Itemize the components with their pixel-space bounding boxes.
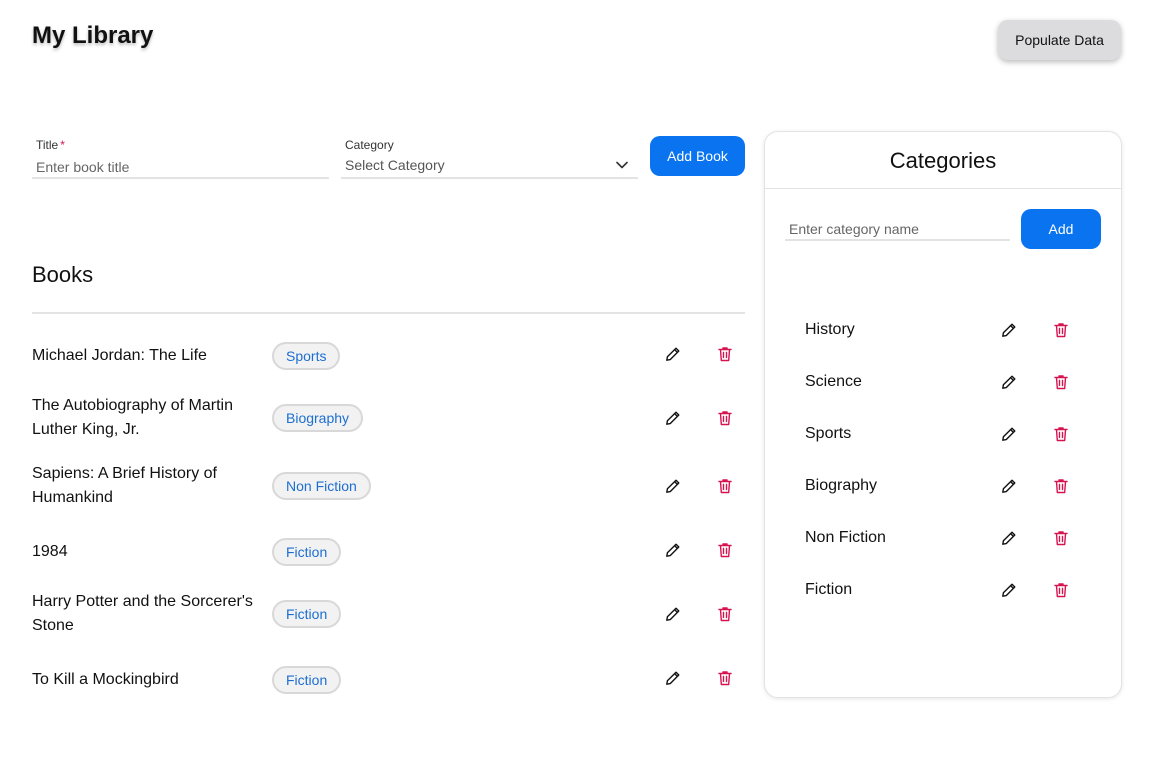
delete-book-button[interactable] [713, 342, 737, 366]
category-badge: Fiction [272, 600, 342, 628]
book-title: Harry Potter and the Sorcerer's Stone [32, 593, 253, 634]
book-title: Sapiens: A Brief History of Humankind [32, 465, 217, 506]
delete-category-button[interactable] [1049, 422, 1073, 446]
category-field-label: Category [345, 138, 394, 152]
pencil-icon [1002, 427, 1016, 441]
category-name: Fiction [805, 581, 853, 598]
trash-icon [718, 607, 732, 622]
pencil-icon [666, 411, 680, 425]
edit-book-button[interactable] [661, 342, 685, 366]
books-divider [32, 312, 745, 314]
category-name-input[interactable] [785, 218, 1010, 241]
book-row: To Kill a Mockingbird Fiction [32, 666, 745, 694]
pencil-icon [1002, 375, 1016, 389]
trash-icon [1054, 427, 1068, 442]
category-row: Science [805, 370, 1105, 394]
book-row: The Autobiography of Martin Luther King,… [32, 394, 745, 442]
categories-divider [765, 188, 1121, 189]
required-marker: * [60, 138, 65, 152]
pencil-icon [666, 543, 680, 557]
populate-data-button[interactable]: Populate Data [998, 20, 1121, 60]
title-input[interactable] [32, 156, 329, 179]
books-heading: Books [32, 262, 94, 287]
edit-category-button[interactable] [997, 526, 1021, 550]
delete-category-button[interactable] [1049, 474, 1073, 498]
edit-book-button[interactable] [661, 666, 685, 690]
trash-icon [1054, 323, 1068, 338]
delete-book-button[interactable] [713, 538, 737, 562]
pencil-icon [666, 671, 680, 685]
trash-icon [718, 543, 732, 558]
category-row: Biography [805, 474, 1105, 498]
category-name: Non Fiction [805, 529, 886, 546]
book-title: Michael Jordan: The Life [32, 347, 207, 364]
category-badge: Sports [272, 342, 341, 370]
category-badge: Non Fiction [272, 472, 371, 500]
category-select-value: Select Category [345, 157, 445, 173]
pencil-icon [666, 479, 680, 493]
trash-icon [718, 479, 732, 494]
trash-icon [718, 671, 732, 686]
edit-book-button[interactable] [661, 474, 685, 498]
category-name: Sports [805, 425, 852, 442]
categories-panel: Categories Add History Science Sports Bi… [764, 131, 1122, 698]
category-badge: Fiction [272, 666, 342, 694]
category-row: Fiction [805, 578, 1105, 602]
trash-icon [718, 347, 732, 362]
edit-category-button[interactable] [997, 370, 1021, 394]
edit-book-button[interactable] [661, 406, 685, 430]
category-select[interactable]: Select Category [341, 155, 638, 179]
category-row: Non Fiction [805, 526, 1105, 550]
delete-category-button[interactable] [1049, 370, 1073, 394]
pencil-icon [666, 347, 680, 361]
book-title: 1984 [32, 543, 68, 560]
edit-book-button[interactable] [661, 602, 685, 626]
add-book-button[interactable]: Add Book [650, 136, 745, 176]
chevron-down-icon [616, 161, 628, 169]
edit-category-button[interactable] [997, 474, 1021, 498]
category-badge: Fiction [272, 538, 342, 566]
category-badge: Biography [272, 404, 364, 432]
book-title: The Autobiography of Martin Luther King,… [32, 397, 234, 438]
edit-category-button[interactable] [997, 578, 1021, 602]
category-field: Category Select Category [341, 138, 638, 179]
book-title: To Kill a Mockingbird [32, 671, 179, 688]
delete-book-button[interactable] [713, 474, 737, 498]
delete-category-button[interactable] [1049, 526, 1073, 550]
delete-book-button[interactable] [713, 666, 737, 690]
title-field-label: Title * [36, 138, 65, 152]
book-row: 1984 Fiction [32, 538, 745, 566]
category-row: History [805, 318, 1105, 342]
title-field: Title * [32, 138, 329, 179]
category-name: History [805, 321, 855, 338]
delete-book-button[interactable] [713, 406, 737, 430]
delete-category-button[interactable] [1049, 318, 1073, 342]
edit-category-button[interactable] [997, 318, 1021, 342]
trash-icon [1054, 479, 1068, 494]
category-name: Biography [805, 477, 878, 494]
book-row: Michael Jordan: The Life Sports [32, 342, 745, 370]
trash-icon [1054, 375, 1068, 390]
pencil-icon [1002, 323, 1016, 337]
trash-icon [1054, 583, 1068, 598]
category-name: Science [805, 373, 862, 390]
trash-icon [1054, 531, 1068, 546]
pencil-icon [1002, 531, 1016, 545]
pencil-icon [1002, 583, 1016, 597]
edit-category-button[interactable] [997, 422, 1021, 446]
delete-book-button[interactable] [713, 602, 737, 626]
book-row: Sapiens: A Brief History of Humankind No… [32, 462, 745, 510]
book-row: Harry Potter and the Sorcerer's Stone Fi… [32, 590, 745, 638]
pencil-icon [666, 607, 680, 621]
page-title: My Library [32, 22, 154, 49]
categories-heading: Categories [889, 148, 997, 173]
trash-icon [718, 411, 732, 426]
category-row: Sports [805, 422, 1105, 446]
add-category-button[interactable]: Add [1021, 209, 1101, 249]
edit-book-button[interactable] [661, 538, 685, 562]
pencil-icon [1002, 479, 1016, 493]
delete-category-button[interactable] [1049, 578, 1073, 602]
